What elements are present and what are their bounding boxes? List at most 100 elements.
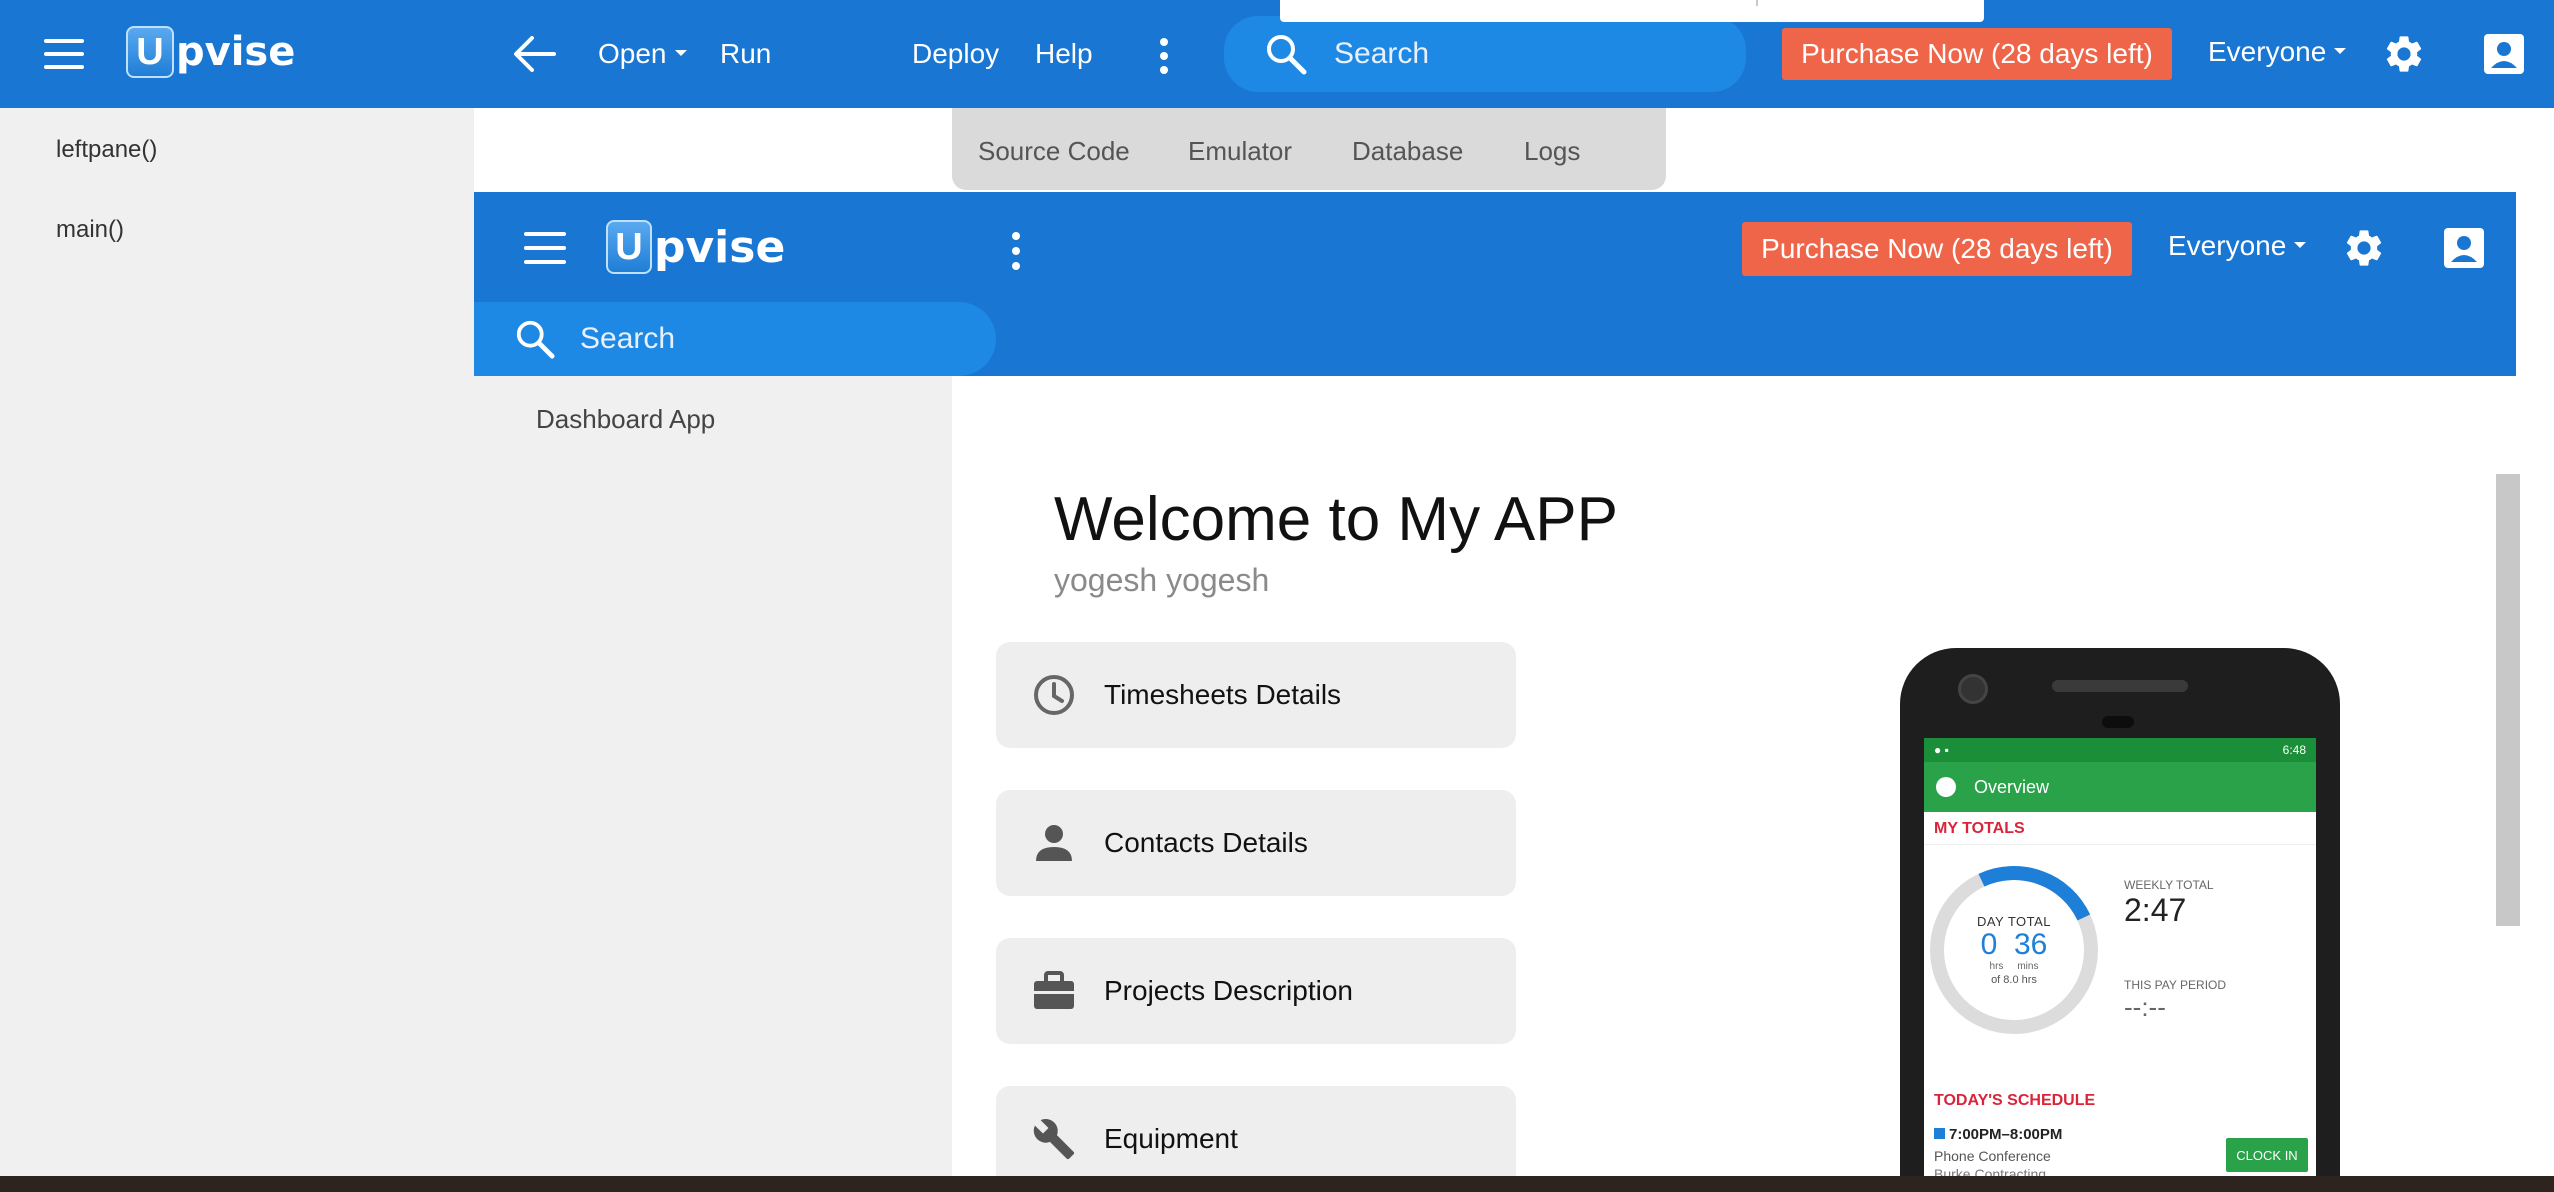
tab-emulator[interactable]: Emulator	[1188, 136, 1292, 167]
emulator-more-options-icon[interactable]	[1012, 232, 1020, 270]
logo-text: pvise	[176, 29, 296, 75]
phone-speaker	[2052, 680, 2188, 692]
user-scope-label: Everyone	[2208, 36, 2327, 67]
code-outline-pane: leftpane() main()	[0, 108, 474, 1192]
briefcase-icon	[1030, 967, 1078, 1015]
caret-down-icon	[2294, 241, 2307, 248]
schedule-heading: TODAY'S SCHEDULE	[1934, 1092, 2096, 1109]
user-name: yogesh yogesh	[1054, 562, 1270, 598]
card-label: Projects Description	[1104, 975, 1353, 1006]
outline-item-leftpane[interactable]: leftpane()	[56, 136, 157, 164]
card-contacts[interactable]: Contacts Details	[996, 790, 1516, 896]
phone-mockup-image: ● ▪ 6:48 Overview MY TOTALS DAY TOTAL 0 …	[1900, 648, 2340, 1180]
schedule-color-marker	[1934, 1128, 1945, 1139]
caret-down-icon	[674, 49, 687, 56]
search-input[interactable]: Search	[1224, 16, 1746, 92]
schedule-description: Phone Conference	[1934, 1148, 2051, 1164]
phone-screen: ● ▪ 6:48 Overview MY TOTALS DAY TOTAL 0 …	[1924, 738, 2316, 1180]
open-menu-button[interactable]: Open	[598, 38, 687, 70]
emulator-scroll-track	[2516, 192, 2554, 1180]
schedule-time: 7:00PM–8:00PM	[1934, 1126, 2062, 1143]
emulator-purchase-now-button[interactable]: Purchase Now (28 days left)	[1742, 222, 2132, 276]
search-icon	[1264, 32, 1308, 76]
outline-item-main[interactable]: main()	[56, 216, 124, 244]
day-hrs: 0	[1980, 928, 1998, 961]
status-time: 6:48	[2282, 743, 2306, 757]
top-app-bar: U pvise Open Run Deploy Help Search Purc…	[0, 0, 2554, 108]
card-label: Timesheets Details	[1104, 679, 1342, 710]
pay-period-label: THIS PAY PERIOD	[2124, 978, 2227, 992]
more-options-icon[interactable]	[1160, 38, 1168, 74]
clock-in-button: CLOCK IN	[2226, 1138, 2308, 1172]
floating-popup-edge	[1280, 0, 1984, 22]
weekly-total-block: WEEKLY TOTAL 2:47	[2124, 878, 2214, 929]
emulator-view: U pvise Purchase Now (28 days left) Ever…	[474, 192, 2516, 1180]
purchase-now-button[interactable]: Purchase Now (28 days left)	[1782, 28, 2172, 80]
back-arrow-icon[interactable]	[510, 34, 558, 74]
emulator-app-bar: U pvise Purchase Now (28 days left) Ever…	[474, 192, 2516, 376]
card-timesheets[interactable]: Timesheets Details	[996, 642, 1516, 748]
tab-source-code[interactable]: Source Code	[978, 136, 1130, 167]
wrench-icon	[1030, 1115, 1078, 1163]
weekly-total-label: WEEKLY TOTAL	[2124, 878, 2214, 892]
logo-text: pvise	[654, 221, 786, 273]
account-circle-icon	[1936, 777, 1956, 797]
emulator-main-content: Welcome to My APP yogesh yogesh Timeshee…	[952, 376, 2516, 1180]
day-units: hrs mins	[1990, 961, 2039, 972]
of-total: of 8.0 hrs	[1991, 974, 2037, 986]
open-label: Open	[598, 38, 667, 69]
emulator-left-pane: Dashboard App	[474, 376, 952, 1180]
tab-logs[interactable]: Logs	[1524, 136, 1580, 167]
emulator-account-icon[interactable]	[2442, 226, 2486, 270]
tab-database[interactable]: Database	[1352, 136, 1463, 167]
logo-badge: U	[126, 26, 174, 78]
upvise-logo: U pvise	[126, 26, 295, 78]
bottom-edge	[0, 1176, 2554, 1192]
emulator-settings-gear-icon[interactable]	[2342, 226, 2386, 270]
caret-down-icon	[2334, 47, 2347, 54]
clock-icon	[1030, 671, 1078, 719]
help-button[interactable]: Help	[1035, 38, 1093, 70]
account-icon[interactable]	[2482, 32, 2526, 76]
emulator-hamburger-icon[interactable]	[524, 232, 566, 264]
user-scope-label: Everyone	[2168, 230, 2287, 261]
phone-camera	[1958, 674, 1988, 704]
left-item-dashboard-app[interactable]: Dashboard App	[536, 404, 715, 435]
day-total-label: DAY TOTAL	[1976, 914, 2052, 929]
hrs-unit: hrs	[1989, 961, 2004, 972]
deploy-button[interactable]: Deploy	[912, 38, 999, 70]
emulator-upvise-logo: U pvise	[606, 220, 785, 274]
search-placeholder: Search	[1334, 37, 1430, 70]
schedule-time-text: 7:00PM–8:00PM	[1949, 1126, 2063, 1143]
pay-period-block: THIS PAY PERIOD --:--	[2124, 978, 2226, 1023]
pay-period-value: --:--	[2124, 992, 2166, 1022]
welcome-title: Welcome to My APP	[1054, 485, 1618, 554]
user-scope-dropdown[interactable]: Everyone	[2208, 36, 2347, 68]
settings-gear-icon[interactable]	[2382, 32, 2426, 76]
phone-appbar-title: Overview	[1974, 776, 2050, 797]
mins-unit: mins	[2017, 961, 2039, 972]
phone-app-bar: Overview	[1924, 762, 2316, 812]
my-totals-heading: MY TOTALS	[1924, 812, 2316, 845]
weekly-total-value: 2:47	[2124, 892, 2187, 928]
search-icon	[514, 318, 556, 360]
card-equipment[interactable]: Equipment	[996, 1086, 1516, 1180]
phone-sensor	[2102, 716, 2134, 728]
emulator-scrollbar[interactable]	[2496, 474, 2520, 926]
ide-tabs: Source Code Emulator Database Logs	[952, 108, 1666, 190]
search-placeholder: Search	[580, 322, 676, 355]
card-label: Contacts Details	[1104, 827, 1308, 858]
phone-status-bar: ● ▪ 6:48	[1924, 738, 2316, 762]
status-icons: ● ▪	[1934, 743, 1949, 757]
run-button[interactable]: Run	[720, 38, 771, 70]
logo-badge: U	[606, 220, 652, 274]
hamburger-menu-icon[interactable]	[44, 39, 84, 69]
day-total-readout: DAY TOTAL 0 36 hrs mins of 8.0 hrs	[1930, 866, 2098, 1034]
card-label: Equipment	[1104, 1123, 1238, 1154]
person-icon	[1030, 819, 1078, 867]
day-total-values: 0 36	[1981, 929, 2048, 961]
day-mins: 36	[2013, 928, 2048, 961]
card-projects[interactable]: Projects Description	[996, 938, 1516, 1044]
emulator-search-input[interactable]: Search	[474, 302, 996, 376]
emulator-user-scope-dropdown[interactable]: Everyone	[2168, 230, 2307, 262]
